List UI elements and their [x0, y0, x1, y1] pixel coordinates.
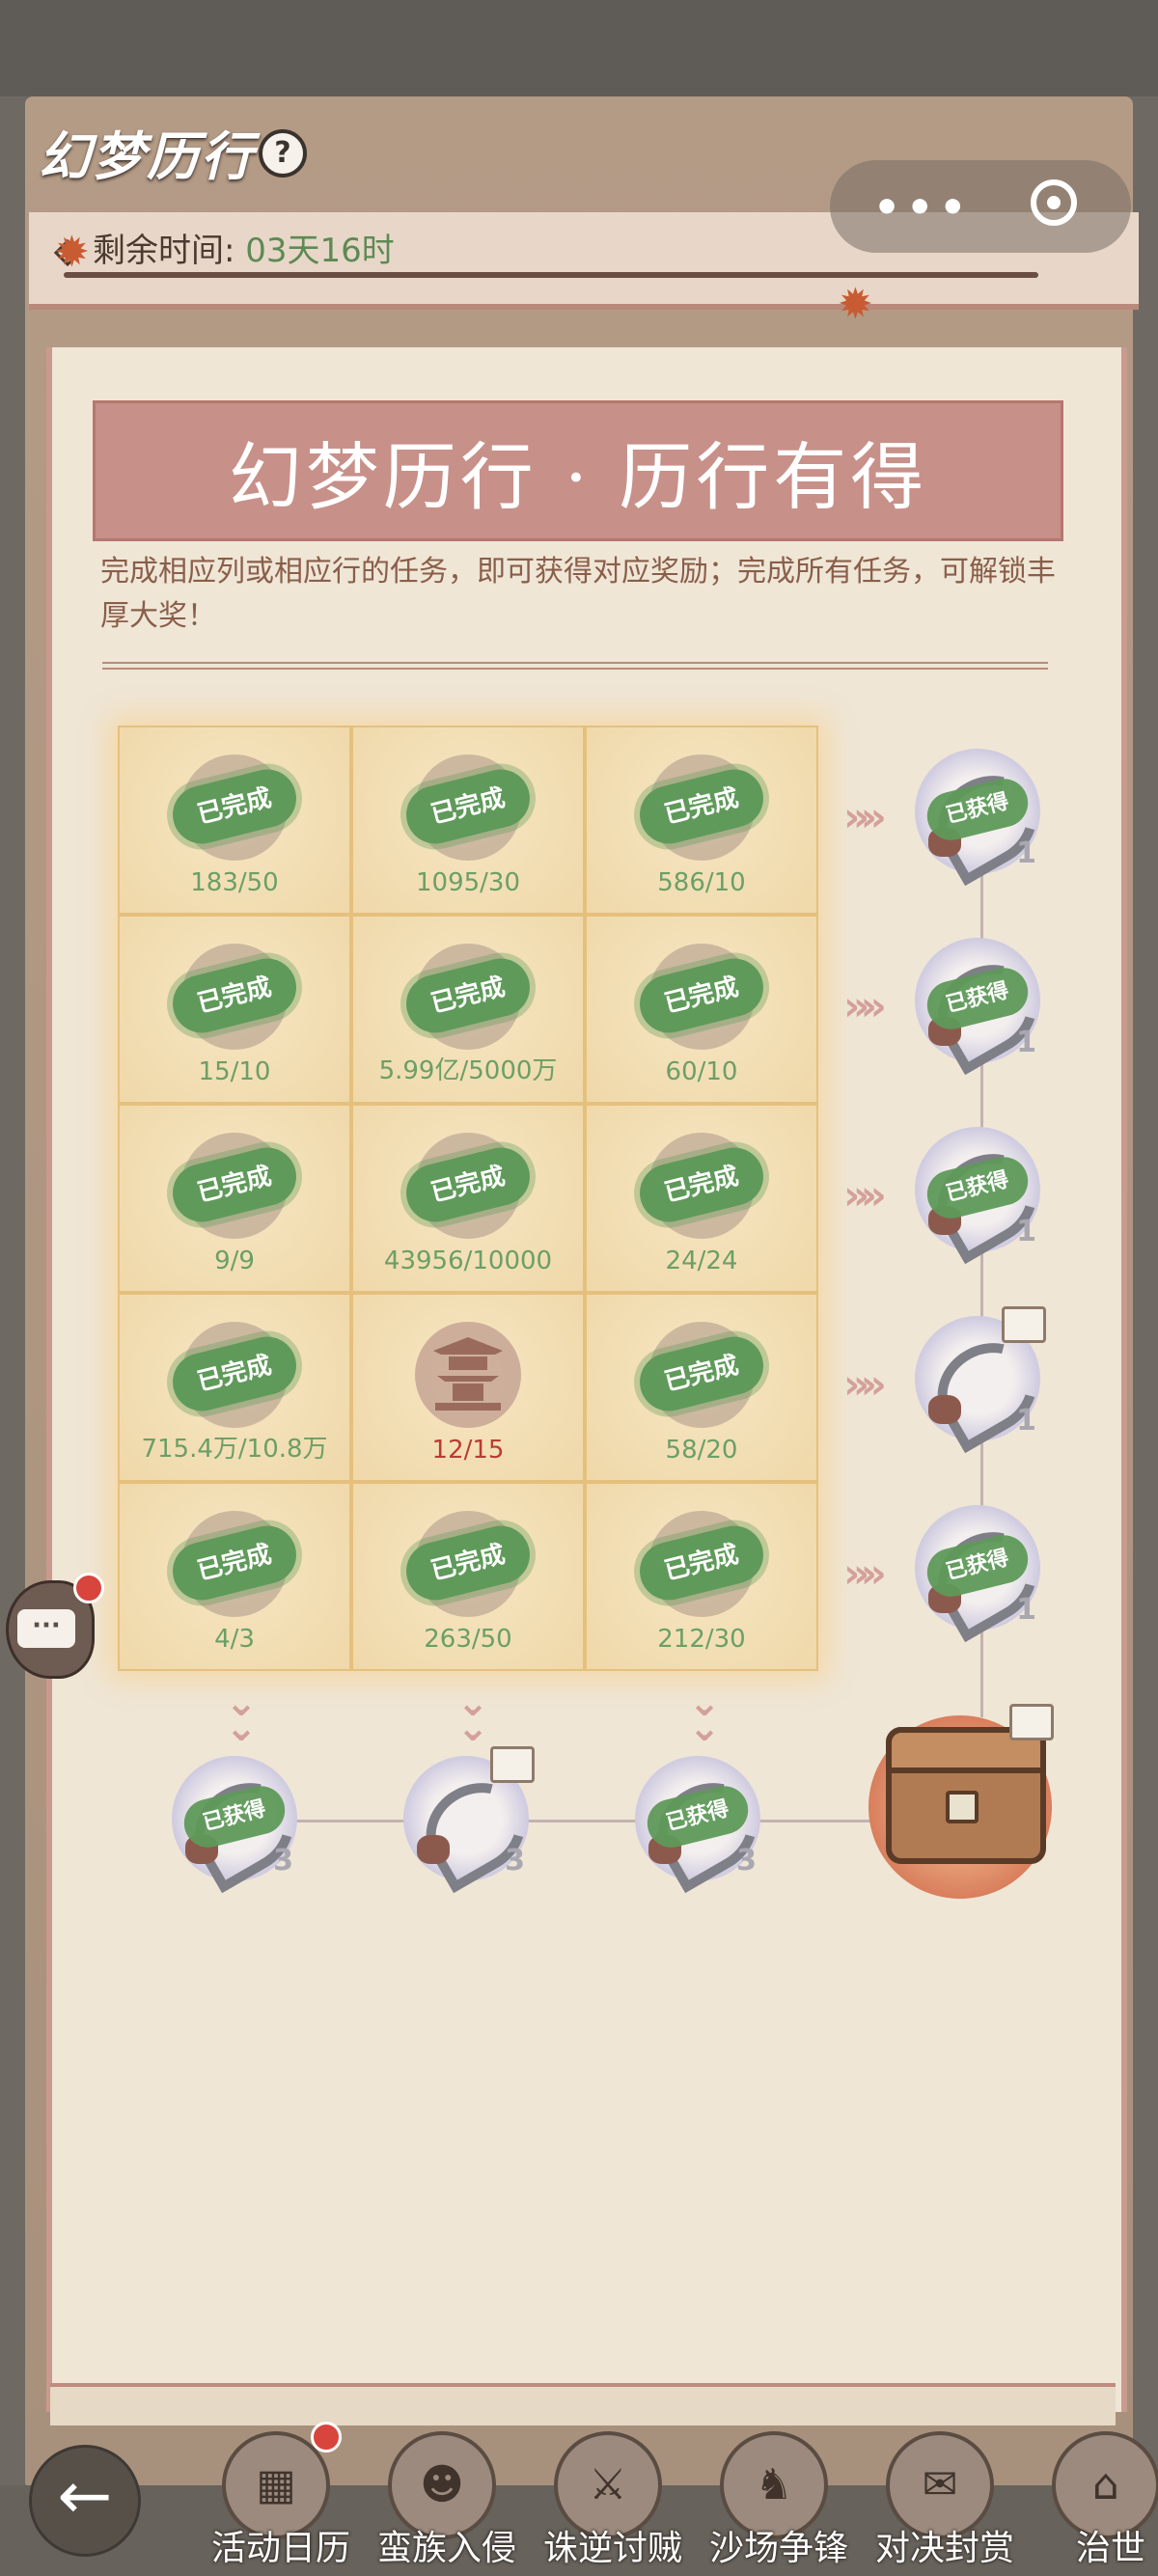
task-grid: 已完成 183/50 已完成 1095/30 已完成 586/10 已完成 15/10 已完成 5…	[118, 726, 818, 1671]
mail-tag-icon	[1002, 1306, 1046, 1343]
section-banner: 幻梦历行 · 历行有得	[93, 400, 1063, 541]
reward-item[interactable]: 1	[915, 1306, 1054, 1454]
reward-item[interactable]: 已获得 1	[915, 1127, 1054, 1265]
chevron-right-icon: » »	[843, 1171, 887, 1219]
reward-item[interactable]: 已获得 1	[915, 1505, 1054, 1643]
task-progress: 183/50	[190, 868, 279, 897]
nav-item[interactable]: ⌂ 治世	[1029, 2431, 1158, 2568]
task-cell[interactable]: 已完成 263/50	[351, 1482, 585, 1671]
chevron-down-icon: ⌄ ⌄	[688, 1681, 721, 1750]
task-cell[interactable]: 已完成 586/10	[585, 726, 818, 915]
chevron-right-icon: » »	[843, 982, 887, 1029]
question-circle-icon[interactable]: ?	[259, 129, 307, 178]
back-arrow-icon[interactable]: ←	[29, 2445, 141, 2557]
task-cell[interactable]: 已完成 1095/30	[351, 726, 585, 915]
nav-item[interactable]: ⚔ 诛逆讨贼	[531, 2431, 682, 2568]
nav-item-label: 对决封赏	[874, 2529, 1014, 2568]
chevron-down-icon: ⌄ ⌄	[456, 1681, 489, 1750]
task-progress: 5.99亿/5000万	[378, 1056, 558, 1085]
divider	[102, 662, 1048, 670]
target-circle-icon[interactable]	[1031, 179, 1077, 226]
nav-item-label: 沙场争锋	[708, 2529, 848, 2568]
task-progress: 15/10	[198, 1057, 271, 1086]
task-cell[interactable]: 已完成 5.99亿/5000万	[351, 915, 585, 1104]
task-cell[interactable]: 已完成 9/9	[118, 1104, 351, 1293]
chevron-right-icon: » »	[843, 1360, 887, 1408]
chevron-right-icon: » »	[843, 1549, 887, 1597]
task-progress: 715.4万/10.8万	[141, 1435, 328, 1464]
fist-icon	[417, 1835, 450, 1864]
task-cell[interactable]: 已完成 212/30	[585, 1482, 818, 1671]
chevron-right-icon: » »	[843, 793, 887, 840]
nav-item-label: 治世	[1075, 2529, 1145, 2568]
task-cell[interactable]: 已完成 15/10	[118, 915, 351, 1104]
nav-item[interactable]: ☻ 蛮族入侵	[365, 2431, 516, 2568]
nav-item[interactable]: ✉ 对决封赏	[863, 2431, 1014, 2568]
task-cell[interactable]: 12/15	[351, 1293, 585, 1482]
reward-item[interactable]: 已获得 1	[915, 938, 1054, 1076]
task-cell[interactable]: 已完成 60/10	[585, 915, 818, 1104]
nav-item-label: 诛逆讨贼	[542, 2529, 682, 2568]
reward-quantity: 1	[1016, 1215, 1036, 1248]
reward-quantity: 3	[505, 1844, 525, 1877]
reward-quantity: 3	[273, 1844, 293, 1877]
task-progress: 586/10	[657, 868, 746, 897]
remaining-time-label: 剩余时间:	[93, 232, 235, 270]
task-cell[interactable]: 已完成 4/3	[118, 1482, 351, 1671]
more-dots-icon[interactable]: •••	[873, 183, 972, 233]
nav-item[interactable]: ♞ 沙场争锋	[697, 2431, 848, 2568]
banner-title: 幻梦历行 · 历行有得	[228, 434, 928, 520]
reward-item[interactable]: 已获得 3	[635, 1756, 774, 1894]
task-progress: 9/9	[214, 1247, 255, 1275]
top-status-strip	[0, 0, 1158, 96]
task-cell[interactable]: 已完成 24/24	[585, 1104, 818, 1293]
fist-icon	[928, 1395, 961, 1424]
task-progress: 60/10	[665, 1057, 738, 1086]
page-title: 幻梦历行	[39, 125, 255, 187]
maple-leaf-icon: ✹	[838, 280, 873, 329]
notification-dot	[311, 2422, 342, 2453]
reward-quantity: 3	[736, 1844, 757, 1877]
chevron-down-icon: ⌄ ⌄	[225, 1681, 258, 1750]
task-cell[interactable]: 已完成 43956/10000	[351, 1104, 585, 1293]
reward-item[interactable]: 已获得 3	[172, 1756, 311, 1894]
task-cell[interactable]: 已完成 58/20	[585, 1293, 818, 1482]
task-progress: 24/24	[665, 1247, 738, 1275]
reward-quantity: 1	[1016, 1404, 1036, 1438]
nav-item-label: 蛮族入侵	[376, 2529, 516, 2568]
chat-bubble-icon: ···	[17, 1609, 75, 1648]
task-cell[interactable]: 已完成 715.4万/10.8万	[118, 1293, 351, 1482]
task-progress: 4/3	[214, 1625, 255, 1654]
reward-quantity: 1	[1016, 1593, 1036, 1627]
mail-tag-icon	[490, 1746, 535, 1783]
reward-item[interactable]: 已获得 1	[915, 749, 1054, 887]
remaining-time-value: 03天16时	[245, 232, 395, 270]
task-progress: 58/20	[665, 1436, 738, 1465]
nav-item-label: 活动日历	[210, 2529, 350, 2568]
task-progress: 263/50	[424, 1625, 512, 1654]
task-cell[interactable]: 已完成 183/50	[118, 726, 351, 915]
parchment-bottom-edge	[50, 2383, 1116, 2425]
reward-item[interactable]: 3	[403, 1746, 542, 1894]
task-progress: 1095/30	[415, 868, 520, 897]
task-progress: 12/15	[431, 1436, 505, 1465]
notification-dot	[73, 1573, 104, 1603]
pagoda-icon	[433, 1337, 503, 1411]
description-text: 完成相应列或相应行的任务，即可获得对应奖励；完成所有任务，可解锁丰厚大奖！	[100, 555, 1056, 633]
reward-quantity: 1	[1016, 836, 1036, 870]
task-progress: 212/30	[657, 1625, 746, 1654]
task-progress: 43956/10000	[383, 1247, 553, 1275]
maple-leaf-icon: ✹	[54, 228, 90, 277]
remaining-time: 剩余时间: 03天16时	[53, 224, 395, 271]
lock-icon	[946, 1791, 979, 1823]
scroll-rod	[64, 272, 1038, 278]
reward-connector-line	[232, 1820, 888, 1822]
reward-quantity: 1	[1016, 1026, 1036, 1059]
mail-tag-icon	[1009, 1704, 1054, 1740]
